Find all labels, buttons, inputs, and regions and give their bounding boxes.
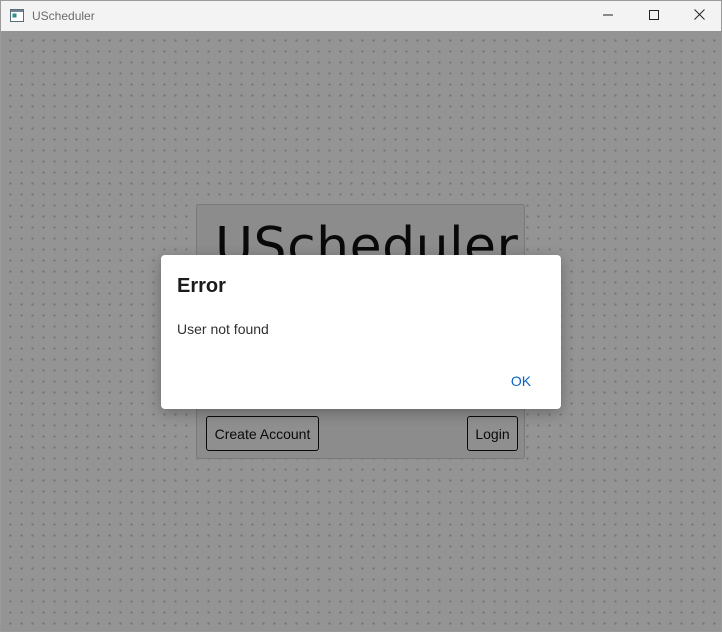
- minimize-button[interactable]: [585, 1, 631, 31]
- minimize-icon: [603, 7, 613, 25]
- error-dialog: Error User not found OK: [161, 255, 561, 409]
- close-button[interactable]: [676, 1, 722, 31]
- close-icon: [693, 7, 705, 25]
- ok-button[interactable]: OK: [499, 367, 543, 395]
- title-bar[interactable]: UScheduler: [1, 1, 721, 31]
- app-window: UScheduler UScheduler Create Account Log…: [0, 0, 722, 632]
- maximize-icon: [649, 7, 659, 25]
- maximize-button[interactable]: [631, 1, 677, 31]
- app-window-icon: [10, 9, 24, 22]
- window-title: UScheduler: [32, 9, 95, 23]
- dialog-title: Error: [177, 275, 226, 297]
- main-canvas: UScheduler Create Account Login Error Us…: [1, 31, 721, 631]
- dialog-message: User not found: [177, 321, 269, 337]
